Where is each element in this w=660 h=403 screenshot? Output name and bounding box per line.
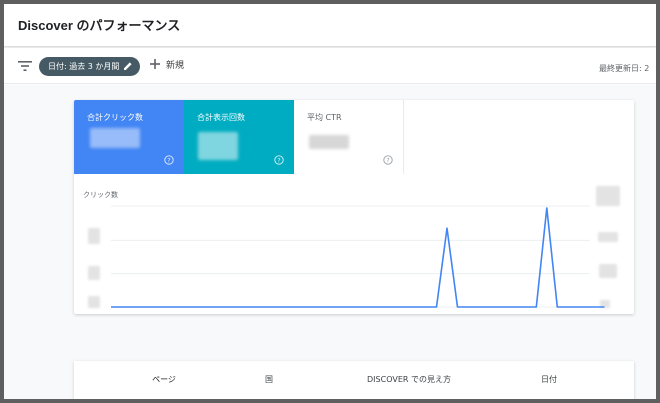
tab-dates[interactable]: 日付 (504, 361, 594, 399)
date-filter-chip[interactable]: 日付: 過去 3 か月間 (39, 57, 140, 76)
content-area: 合計クリック数 ? 合計表示回数 ? 平均 CTR ? クリック数 ページ 国 … (4, 85, 656, 399)
tab-label: 国 (265, 375, 273, 384)
clicks-series-line (111, 207, 605, 308)
clicks-line-chart: 2019/07/232019/08/042019/08/162019/08/28… (111, 205, 605, 308)
new-filter-label: 新規 (166, 61, 185, 71)
tab-pages[interactable]: ページ (114, 361, 214, 399)
page-header: Discover のパフォーマンス (4, 4, 656, 47)
performance-card: 合計クリック数 ? 合計表示回数 ? 平均 CTR ? クリック数 (74, 100, 634, 314)
tab-label: ページ (152, 375, 176, 384)
date-filter-label: 日付: 過去 3 か月間 (48, 62, 120, 71)
new-filter-button[interactable]: 新規 (150, 57, 198, 76)
plus-icon (150, 59, 160, 69)
filter-icon[interactable] (18, 60, 32, 72)
tab-countries[interactable]: 国 (224, 361, 314, 399)
tab-label: DISCOVER での見え方 (367, 375, 451, 384)
tab-label: 日付 (541, 375, 557, 384)
filter-toolbar: 日付: 過去 3 か月間 新規 最終更新日: 2 (4, 48, 656, 84)
tab-discover-appearance[interactable]: DISCOVER での見え方 (344, 361, 474, 399)
app-window: Discover のパフォーマンス 日付: 過去 3 か月間 新規 最終更新日:… (4, 4, 656, 399)
pencil-icon[interactable] (123, 61, 133, 71)
last-updated-text: 最終更新日: 2 (599, 64, 650, 73)
dimension-tabs: ページ 国 DISCOVER での見え方 日付 (74, 361, 634, 399)
page-title: Discover のパフォーマンス (18, 18, 181, 33)
